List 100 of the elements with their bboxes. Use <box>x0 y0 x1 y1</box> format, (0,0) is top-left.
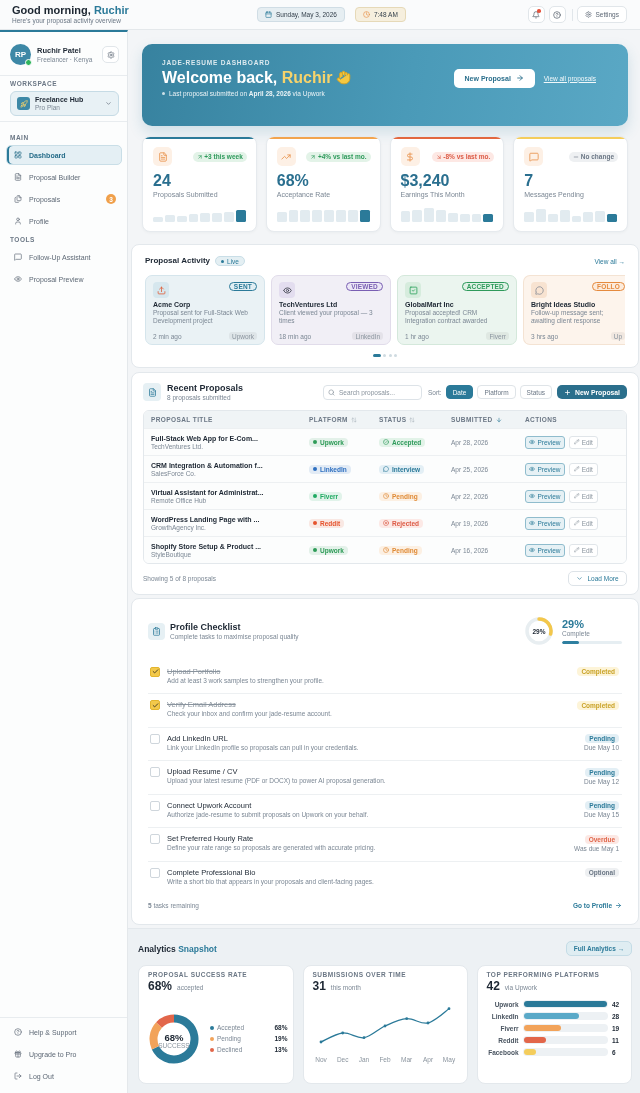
mini-bar <box>300 209 311 222</box>
eye-icon <box>529 520 536 526</box>
sort-down-icon <box>495 416 502 423</box>
progress-ring <box>525 617 553 645</box>
mini-bar <box>200 212 211 222</box>
pencil-icon <box>574 520 580 526</box>
panel-title: Recent Proposals <box>167 382 244 394</box>
mini-bar <box>288 210 299 222</box>
mini-bar <box>400 211 411 222</box>
pencil-icon <box>574 493 580 499</box>
card-value: 68% <box>148 978 173 993</box>
eye-icon <box>529 547 536 553</box>
donut-center-value: 68% <box>164 1031 184 1043</box>
eye-icon <box>529 466 536 472</box>
clock-icon <box>383 493 389 499</box>
chat-bubble-icon <box>383 466 389 472</box>
stat-value: 24 <box>153 172 172 190</box>
checkbox[interactable] <box>150 733 160 744</box>
live-dot-icon <box>221 259 225 263</box>
eye-icon <box>529 439 536 445</box>
clock-icon <box>383 547 389 553</box>
mini-bar <box>276 212 287 222</box>
carousel-dot[interactable] <box>383 353 387 357</box>
clipboard-icon <box>148 622 165 640</box>
carousel-dot[interactable] <box>388 353 392 357</box>
checkbox[interactable] <box>150 867 160 878</box>
pencil-icon <box>574 466 580 472</box>
chat-icon <box>14 253 22 261</box>
data-point <box>426 1021 429 1025</box>
mini-bar <box>235 209 246 222</box>
data-point <box>340 1031 344 1035</box>
mini-bar <box>412 209 423 222</box>
data-point <box>447 1007 450 1011</box>
panel-title: Profile Checklist <box>170 621 242 633</box>
documents-icon <box>14 195 22 203</box>
user-icon <box>14 217 22 225</box>
checkbox[interactable] <box>150 700 160 710</box>
check-square-icon <box>405 282 421 298</box>
eye-icon <box>14 275 22 283</box>
mini-bar <box>524 211 535 222</box>
chat-icon <box>524 147 544 166</box>
mini-bar <box>436 210 446 222</box>
sort-icon <box>409 416 416 423</box>
checkbox[interactable] <box>150 767 160 777</box>
search-icon <box>327 388 335 396</box>
check-circle-icon <box>383 439 389 445</box>
mini-bar <box>312 210 323 222</box>
mini-bar <box>595 211 606 222</box>
settings-button[interactable] <box>102 46 119 63</box>
pencil-icon <box>574 547 580 553</box>
arrow-up-right-icon <box>196 153 203 160</box>
card-value: 42 <box>486 978 500 993</box>
data-point <box>404 1017 408 1021</box>
card-value: 31 <box>312 978 326 993</box>
pencil-icon <box>574 439 580 445</box>
dash-icon <box>573 153 580 160</box>
mini-bar <box>424 208 435 222</box>
upload-tray-icon <box>153 282 169 298</box>
mini-bar <box>359 209 370 222</box>
mini-bar <box>583 212 594 222</box>
chevron-down-icon <box>105 100 112 107</box>
checkbox[interactable] <box>150 834 160 844</box>
mini-bar <box>447 213 458 222</box>
user-avatar: RP <box>10 44 31 65</box>
panel-title: Proposal Activity <box>145 256 211 266</box>
help-button[interactable] <box>548 6 566 23</box>
mini-bar <box>324 209 334 222</box>
stat-value: $3,240 <box>400 172 451 190</box>
data-point <box>319 1040 322 1044</box>
clock-icon <box>362 11 370 18</box>
help-icon <box>553 10 561 19</box>
settings-icon <box>584 11 592 18</box>
mini-bar <box>212 213 223 222</box>
bullet-dot-icon <box>162 91 165 95</box>
grid-icon <box>14 151 22 159</box>
notifications-button[interactable] <box>527 6 545 23</box>
stat-value: 68% <box>276 172 310 190</box>
document-icon <box>153 147 172 166</box>
bell-icon <box>532 10 540 19</box>
logout-icon <box>14 1072 22 1080</box>
speech-bubble-icon <box>531 282 547 298</box>
check-icon <box>151 701 159 709</box>
mini-bar <box>335 209 346 222</box>
chevron-down-icon <box>576 575 584 582</box>
welcome-title: Welcome back, Ruchir <box>162 67 333 87</box>
rocket-icon <box>17 97 30 110</box>
document-icon <box>143 383 161 401</box>
data-point <box>383 1024 386 1028</box>
arrow-up-right-icon <box>310 153 317 160</box>
checkbox[interactable] <box>150 800 160 811</box>
data-point <box>362 1036 365 1040</box>
plus-icon <box>564 388 572 396</box>
gift-icon <box>14 1050 22 1058</box>
eye-icon <box>279 282 295 298</box>
carousel-dot[interactable] <box>394 353 398 357</box>
trend-up-icon <box>276 147 296 166</box>
checkbox[interactable] <box>150 666 160 677</box>
help-icon <box>14 1028 22 1036</box>
arrow-down-right-icon <box>435 153 442 160</box>
sort-icon <box>350 416 357 423</box>
